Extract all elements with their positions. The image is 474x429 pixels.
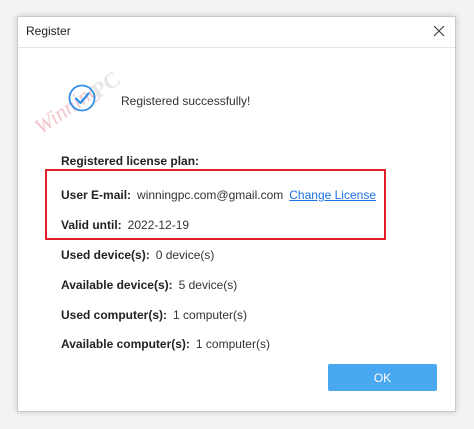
success-row: Registered successfully! [68, 84, 250, 117]
email-row: User E-mail: winningpc.com@gmail.com Chang… [61, 188, 376, 202]
available-computers-value: 1 computer(s) [195, 337, 270, 351]
license-heading: Registered license plan: [61, 154, 200, 168]
used-devices-label: Used device(s): [61, 248, 150, 262]
used-computers-value: 1 computer(s) [173, 308, 248, 322]
used-computers-label: Used computer(s): [61, 308, 168, 322]
close-icon[interactable] [429, 21, 449, 41]
available-devices-label: Available device(s): [61, 278, 173, 292]
available-computers-row: Available computer(s): 1 computer(s) [61, 337, 270, 351]
valid-row: Valid until: 2022-12-19 [61, 218, 189, 232]
available-devices-row: Available device(s): 5 device(s) [61, 278, 237, 292]
email-value: winningpc.com@gmail.com [137, 188, 284, 202]
check-circle-icon [68, 84, 96, 117]
valid-label: Valid until: [61, 218, 122, 232]
register-dialog: Register Winning PC Registered successfu… [17, 16, 456, 412]
change-license-link[interactable]: Change License [289, 188, 376, 202]
available-computers-label: Available computer(s): [61, 337, 190, 351]
available-devices-value: 5 device(s) [178, 278, 238, 292]
window-title: Register [26, 24, 71, 38]
valid-value: 2022-12-19 [127, 218, 190, 232]
used-computers-row: Used computer(s): 1 computer(s) [61, 308, 247, 322]
email-label: User E-mail: [61, 188, 132, 202]
title-bar: Register [18, 17, 455, 48]
used-devices-row: Used device(s): 0 device(s) [61, 248, 214, 262]
success-message: Registered successfully! [121, 93, 251, 108]
ok-button[interactable]: OK [328, 364, 437, 391]
used-devices-value: 0 device(s) [155, 248, 215, 262]
